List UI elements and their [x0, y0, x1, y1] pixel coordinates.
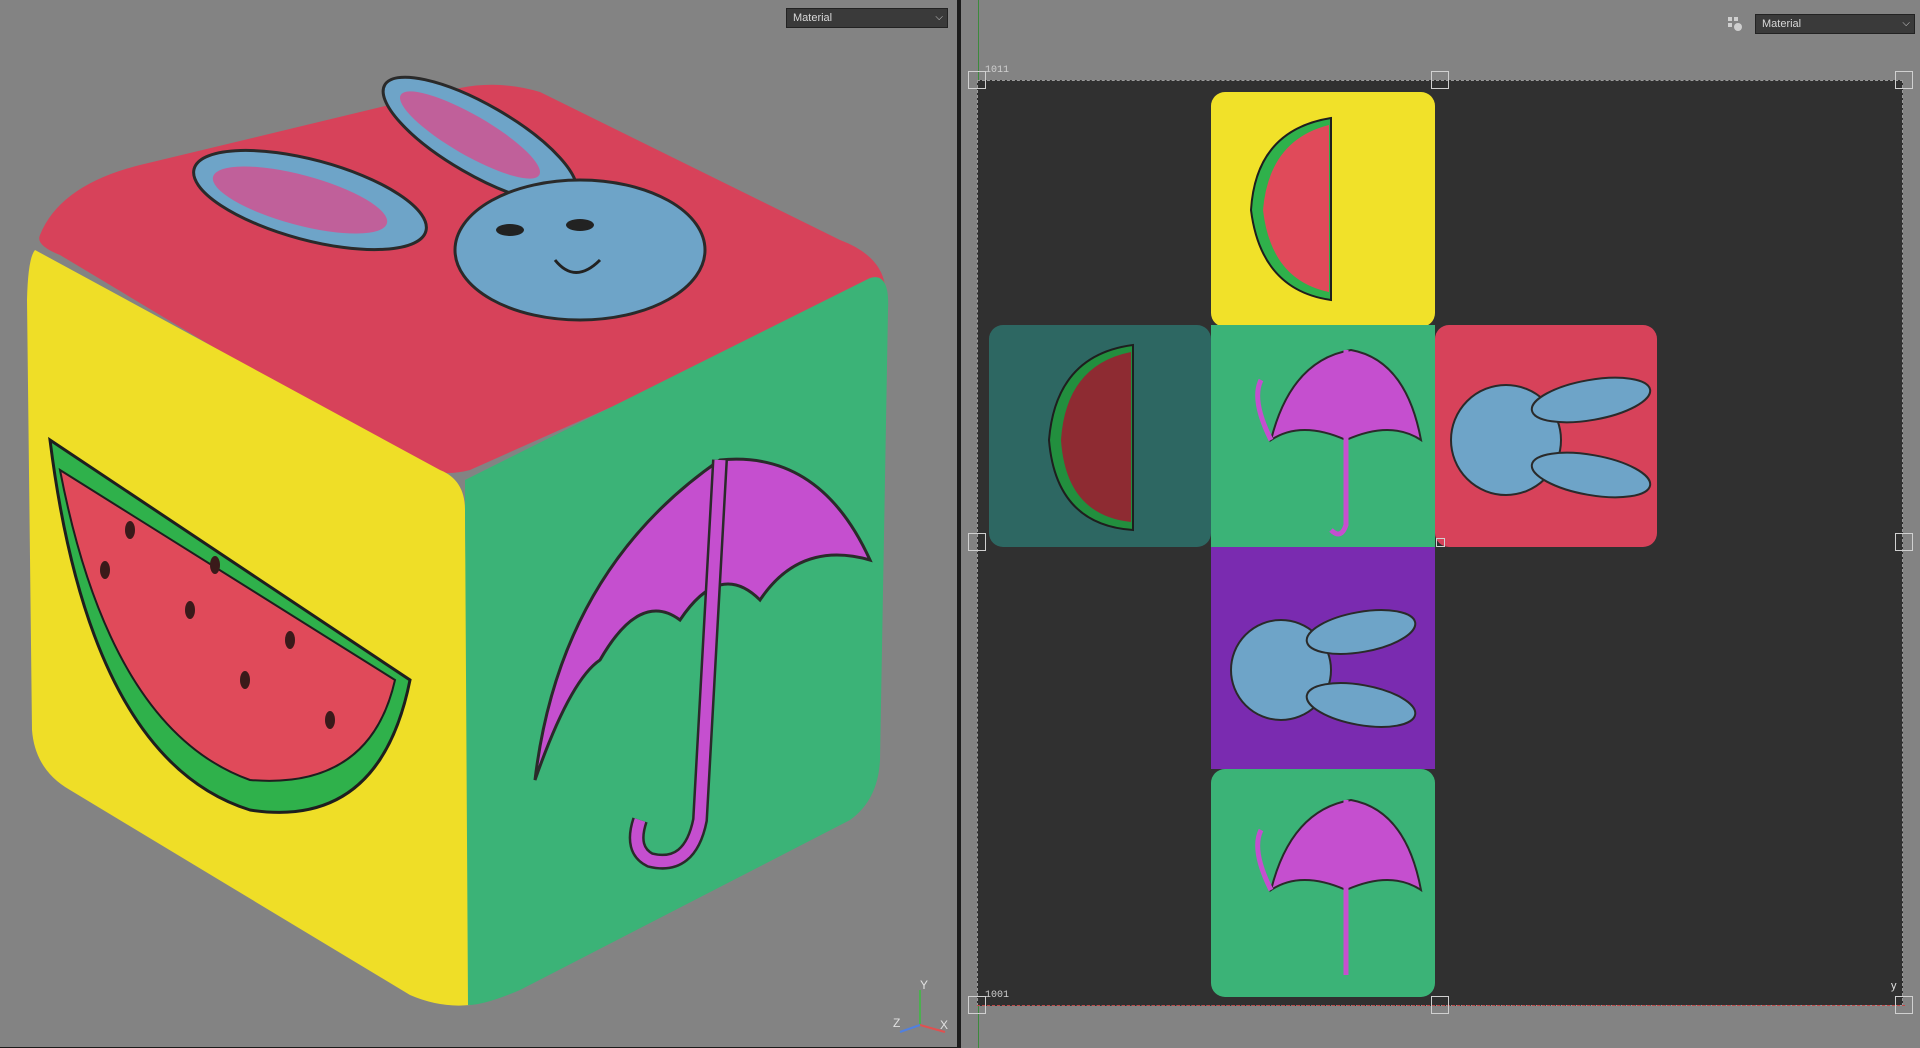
axis-y-label: Y	[920, 978, 929, 992]
uv-handle-bottom-left[interactable]	[968, 996, 986, 1014]
uv-handle-top-right[interactable]	[1895, 71, 1913, 89]
uv-axis-y-label: y	[1891, 980, 1897, 992]
uv-islands	[989, 92, 1657, 997]
app-window: Material ⌵ Y Z X Material ⌵ 1011 1001 y	[0, 0, 1920, 1048]
uv-handle-top-left[interactable]	[968, 71, 986, 89]
axis-z-label: Z	[893, 1016, 901, 1030]
uv-handle-mid-left[interactable]	[968, 533, 986, 551]
cube-3d-render	[27, 75, 889, 1006]
uv-handle-center[interactable]	[1436, 538, 1445, 547]
uv-handle-bottom-right[interactable]	[1895, 996, 1913, 1014]
axis-x-label: X	[940, 1018, 949, 1032]
uv-handle-mid-right[interactable]	[1895, 533, 1913, 551]
uv-handle-top-center[interactable]	[1431, 71, 1449, 89]
3d-viewport[interactable]: Material ⌵ Y Z X	[0, 0, 957, 1048]
uv-handle-bottom-center[interactable]	[1431, 996, 1449, 1014]
uv-island-green-center	[1211, 325, 1435, 547]
